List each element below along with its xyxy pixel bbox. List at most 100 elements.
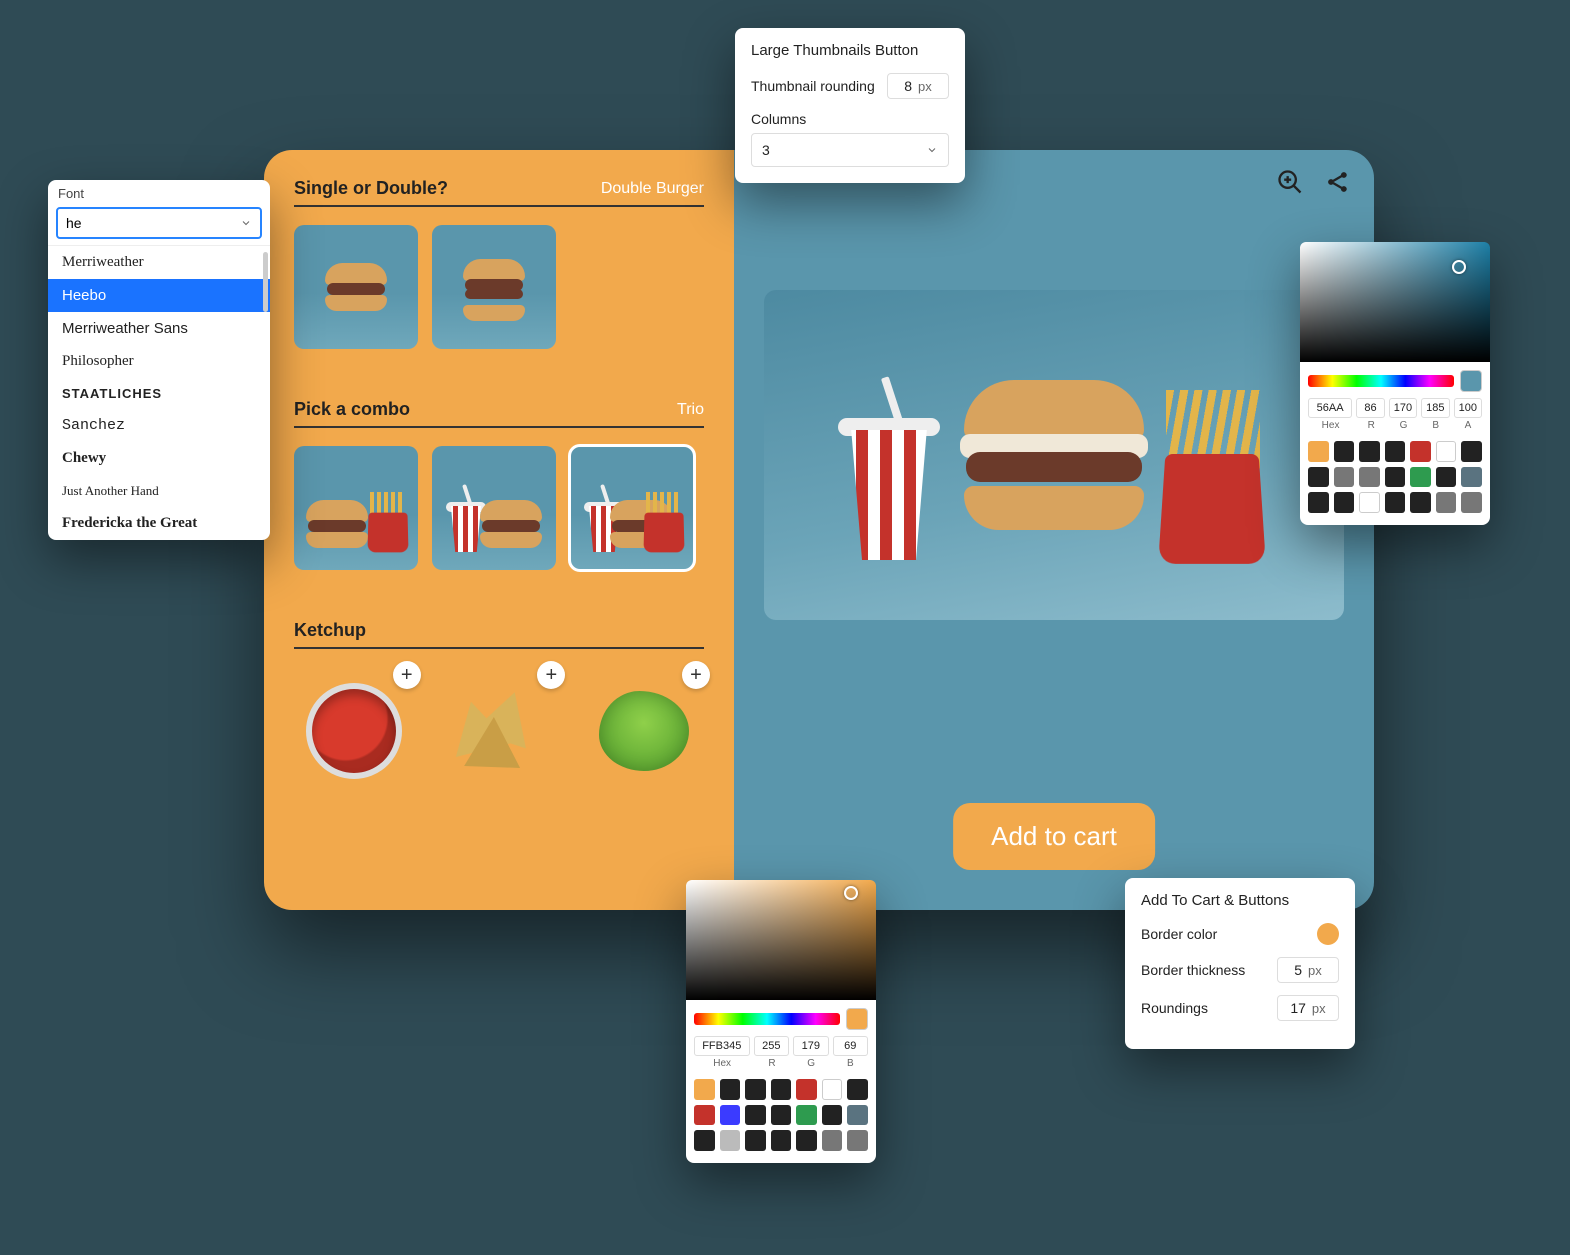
section-selected-value: Double Burger xyxy=(601,180,704,198)
color-swatch[interactable] xyxy=(1308,467,1329,488)
color-swatch[interactable] xyxy=(694,1079,715,1100)
color-swatch[interactable] xyxy=(771,1130,792,1151)
gradient-cursor[interactable] xyxy=(1452,260,1466,274)
option-combo-burger-fries[interactable] xyxy=(294,446,418,570)
font-option[interactable]: Just Another Hand xyxy=(48,475,270,507)
current-color-swatch xyxy=(1460,370,1482,392)
font-option[interactable]: STAATLICHES xyxy=(48,378,270,409)
color-swatch[interactable] xyxy=(1359,467,1380,488)
share-icon[interactable] xyxy=(1324,168,1352,196)
g-input[interactable]: 179 xyxy=(793,1036,828,1056)
color-swatch[interactable] xyxy=(720,1105,741,1126)
color-swatch[interactable] xyxy=(1308,492,1329,513)
hue-slider[interactable] xyxy=(1308,375,1454,387)
color-swatch[interactable] xyxy=(771,1105,792,1126)
font-option[interactable]: Sanchez xyxy=(48,409,270,442)
chevron-down-icon xyxy=(926,144,938,156)
border-thickness-input[interactable]: 5 px xyxy=(1277,957,1339,983)
color-gradient-area[interactable] xyxy=(686,880,876,1000)
color-swatch[interactable] xyxy=(1410,441,1431,462)
section-title: Pick a combo xyxy=(294,399,410,420)
color-swatch[interactable] xyxy=(822,1130,843,1151)
color-swatch[interactable] xyxy=(847,1079,868,1100)
color-swatch[interactable] xyxy=(1385,467,1406,488)
color-swatch[interactable] xyxy=(1410,467,1431,488)
color-swatch[interactable] xyxy=(745,1105,766,1126)
option-single-burger[interactable] xyxy=(294,225,418,349)
hue-slider[interactable] xyxy=(694,1013,840,1025)
font-combobox[interactable] xyxy=(56,207,262,239)
font-option[interactable]: Merriweather Sans xyxy=(48,312,270,345)
g-input[interactable]: 170 xyxy=(1389,398,1417,418)
color-swatch[interactable] xyxy=(1436,492,1457,513)
b-input[interactable]: 185 xyxy=(1421,398,1449,418)
plus-icon[interactable]: + xyxy=(682,661,710,689)
color-swatch[interactable] xyxy=(822,1079,843,1100)
r-input[interactable]: 86 xyxy=(1356,398,1384,418)
section-selected-value: Trio xyxy=(677,401,704,419)
color-swatch[interactable] xyxy=(771,1079,792,1100)
color-swatch[interactable] xyxy=(745,1079,766,1100)
font-option[interactable]: Heebo xyxy=(48,279,270,312)
option-combo-trio[interactable] xyxy=(570,446,694,570)
r-label: R xyxy=(754,1058,789,1069)
font-option[interactable]: Merriweather xyxy=(48,246,270,279)
color-swatch[interactable] xyxy=(1385,492,1406,513)
roundings-input[interactable]: 17 px xyxy=(1277,995,1339,1021)
color-swatch[interactable] xyxy=(720,1130,741,1151)
current-color-swatch xyxy=(846,1008,868,1030)
color-swatch[interactable] xyxy=(796,1105,817,1126)
plus-icon[interactable]: + xyxy=(393,661,421,689)
color-swatch[interactable] xyxy=(1308,441,1329,462)
border-color-swatch[interactable] xyxy=(1317,923,1339,945)
gradient-cursor[interactable] xyxy=(844,886,858,900)
color-swatch[interactable] xyxy=(694,1130,715,1151)
color-swatch[interactable] xyxy=(745,1130,766,1151)
r-label: R xyxy=(1357,420,1385,431)
color-swatch[interactable] xyxy=(1334,441,1355,462)
color-swatch[interactable] xyxy=(720,1079,741,1100)
color-swatch[interactable] xyxy=(1461,492,1482,513)
color-gradient-area[interactable] xyxy=(1300,242,1490,362)
color-swatch[interactable] xyxy=(1334,467,1355,488)
plus-icon[interactable]: + xyxy=(537,661,565,689)
a-input[interactable]: 100 xyxy=(1454,398,1482,418)
thumbnail-rounding-input[interactable]: 8 px xyxy=(887,73,949,99)
scrollbar[interactable] xyxy=(263,252,268,312)
font-option[interactable]: Philosopher xyxy=(48,345,270,378)
color-swatch[interactable] xyxy=(847,1130,868,1151)
addon-ketchup[interactable]: + xyxy=(294,667,415,795)
option-combo-cup-burger[interactable] xyxy=(432,446,556,570)
zoom-in-icon[interactable] xyxy=(1276,168,1304,196)
b-input[interactable]: 69 xyxy=(833,1036,868,1056)
hex-input[interactable]: FFB345 xyxy=(694,1036,750,1056)
color-swatch[interactable] xyxy=(796,1079,817,1100)
add-to-cart-button[interactable]: Add to cart xyxy=(953,803,1155,870)
color-swatch[interactable] xyxy=(1385,441,1406,462)
color-swatch[interactable] xyxy=(796,1130,817,1151)
color-swatch[interactable] xyxy=(822,1105,843,1126)
preview-right-pane: Add to cart xyxy=(734,150,1374,910)
color-swatch[interactable] xyxy=(1410,492,1431,513)
color-swatch[interactable] xyxy=(694,1105,715,1126)
unit: px xyxy=(1312,1001,1326,1016)
section-combo: Pick a combo Trio xyxy=(294,399,704,570)
hex-input[interactable]: 56AA xyxy=(1308,398,1352,418)
color-swatch[interactable] xyxy=(1359,441,1380,462)
color-swatch[interactable] xyxy=(1461,441,1482,462)
color-swatch[interactable] xyxy=(1436,441,1457,462)
font-option[interactable]: Fredericka the Great xyxy=(48,507,270,540)
addon-nachos[interactable]: + xyxy=(439,667,560,795)
font-option[interactable]: Chewy xyxy=(48,442,270,475)
option-double-burger[interactable] xyxy=(432,225,556,349)
font-search-input[interactable] xyxy=(66,215,215,231)
columns-select[interactable]: 3 xyxy=(751,133,949,167)
a-label: A xyxy=(1454,420,1482,431)
color-swatch[interactable] xyxy=(1359,492,1380,513)
r-input[interactable]: 255 xyxy=(754,1036,789,1056)
color-swatch[interactable] xyxy=(1334,492,1355,513)
color-swatch[interactable] xyxy=(1436,467,1457,488)
color-swatch[interactable] xyxy=(847,1105,868,1126)
color-swatch[interactable] xyxy=(1461,467,1482,488)
addon-lettuce[interactable]: + xyxy=(583,667,704,795)
